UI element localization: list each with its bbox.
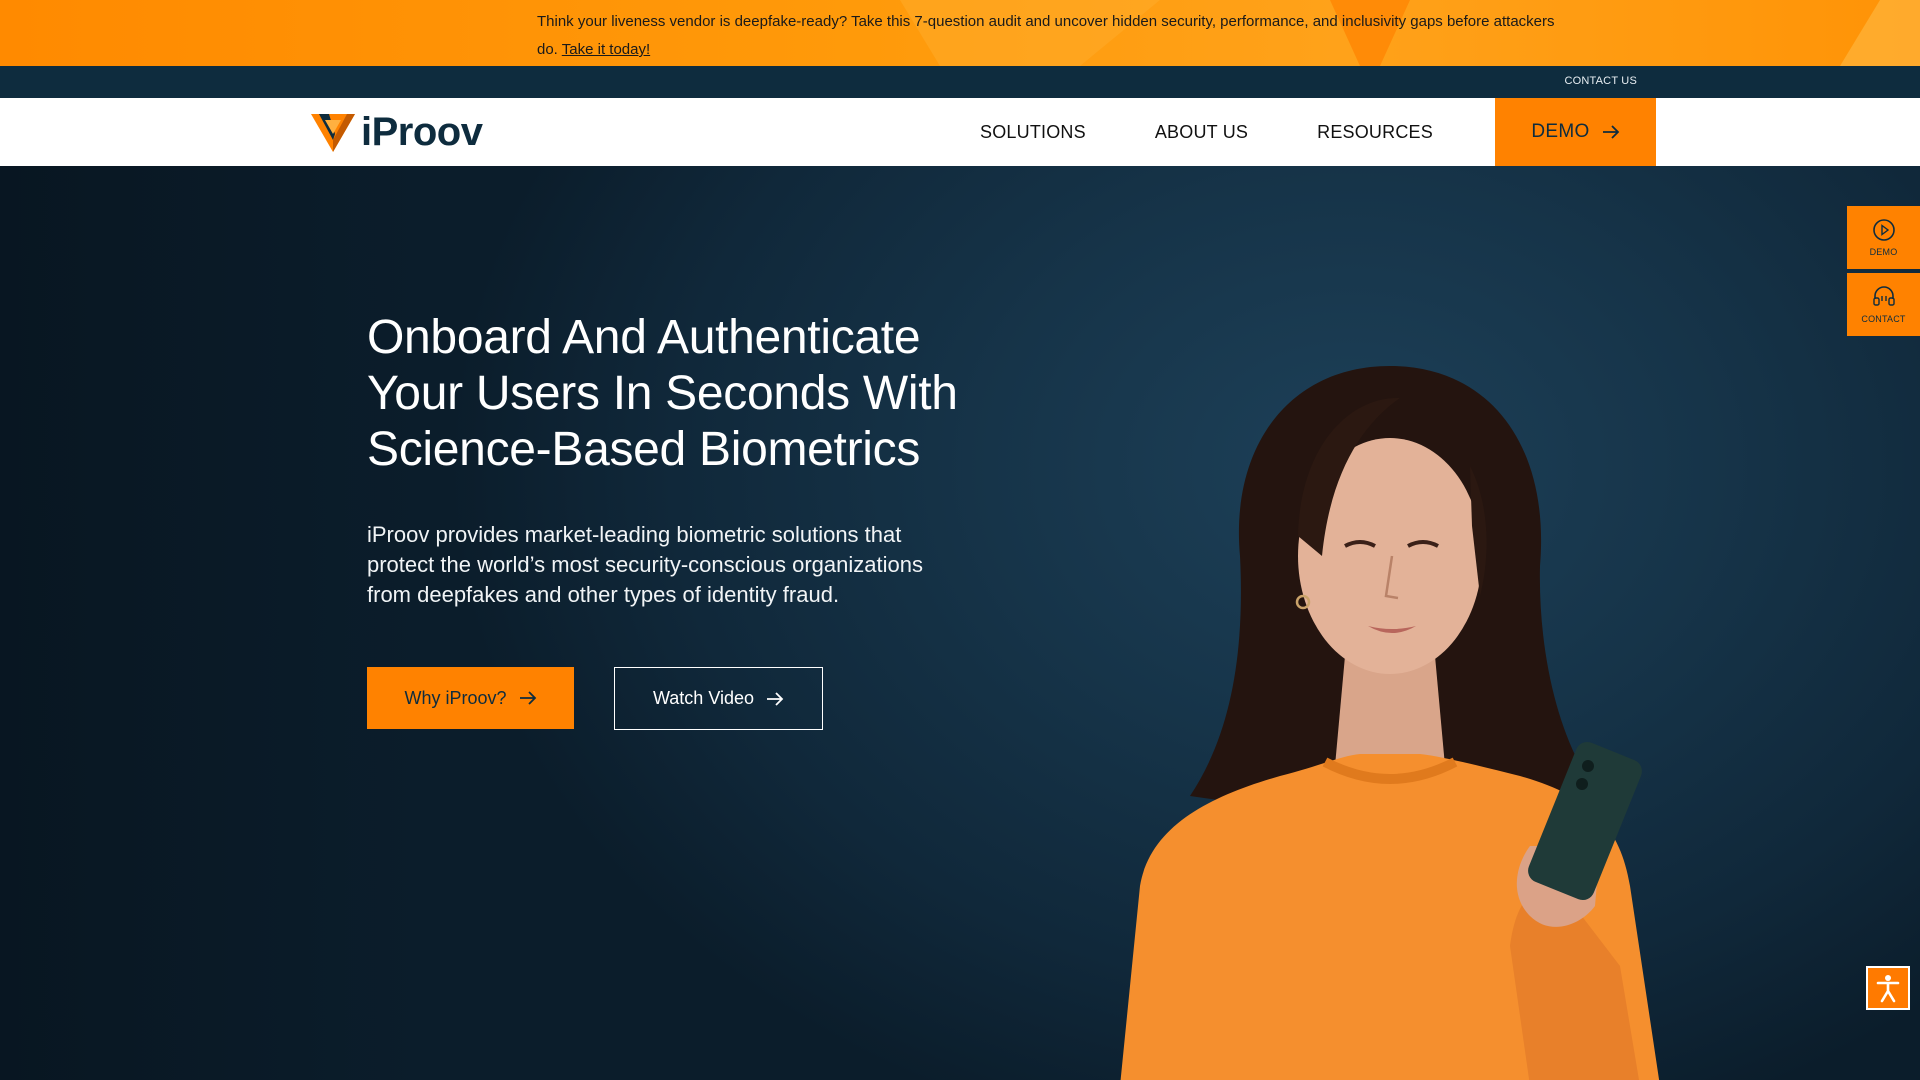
accessibility-button[interactable] [1866,966,1910,1010]
contact-us-link[interactable]: CONTACT US [1565,75,1638,87]
hero-vignette [0,166,420,1080]
arrow-right-icon [1602,125,1619,139]
side-contact-button[interactable]: CONTACT [1847,273,1920,336]
nav-item-about-us[interactable]: ABOUT US [1155,122,1248,143]
watch-video-label: Watch Video [652,688,755,708]
hero-section: Onboard And Authenticate Your Users In S… [0,166,1920,1080]
logo[interactable]: iProov [311,110,483,154]
side-contact-label: CONTACT [1861,314,1906,324]
logo-text: iProov [361,110,483,154]
hero-person-image [1120,366,1660,1080]
announcement-banner: Think your liveness vendor is deepfake-r… [0,0,1920,66]
accessibility-icon [1876,975,1900,1003]
logo-mark-icon [311,114,355,152]
headset-icon [1872,286,1895,306]
site-header: iProov SOLUTIONS ABOUT US RESOURCES DEMO [0,98,1920,166]
banner-decoration [1840,0,1920,66]
hero-title: Onboard And Authenticate Your Users In S… [367,311,958,476]
watch-video-button[interactable]: Watch Video [614,667,823,730]
nav-item-solutions[interactable]: SOLUTIONS [980,122,1086,143]
arrow-right-icon [519,691,536,705]
utility-bar: CONTACT US [0,66,1920,98]
why-iproov-button[interactable]: Why iProov? [367,667,574,729]
arrow-right-icon [767,691,784,706]
hero-description: iProov provides market-leading biometric… [367,522,923,607]
banner-text: Think your liveness vendor is deepfake-r… [537,13,1555,58]
demo-button[interactable]: DEMO [1495,98,1656,166]
main-nav: SOLUTIONS ABOUT US RESOURCES [980,98,1502,166]
side-demo-label: DEMO [1869,247,1898,257]
why-iproov-label: Why iProov? [404,687,507,708]
play-circle-icon [1872,219,1895,241]
side-demo-button[interactable]: DEMO [1847,206,1920,269]
banner-cta-link[interactable]: Take it today! [562,41,650,58]
banner-message: Think your liveness vendor is deepfake-r… [537,8,1577,64]
demo-button-label: DEMO [1531,121,1590,142]
nav-item-resources[interactable]: RESOURCES [1317,122,1433,143]
